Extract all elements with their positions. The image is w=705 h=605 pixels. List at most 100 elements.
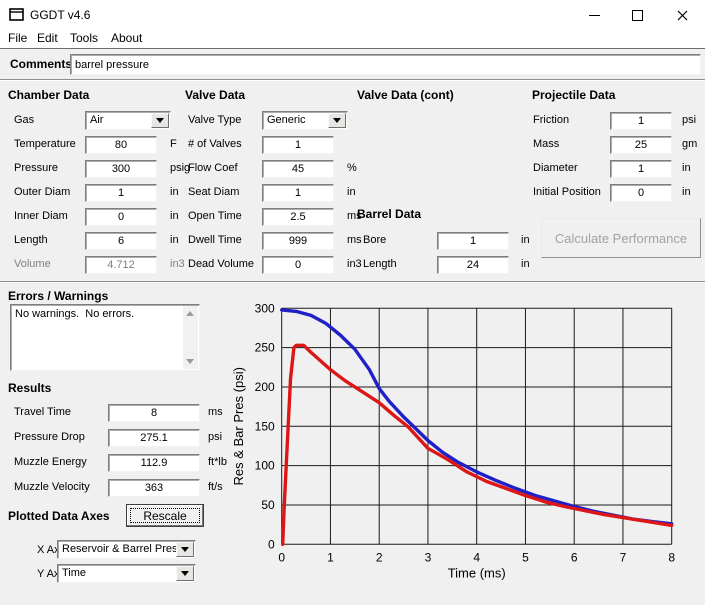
chevron-down-icon[interactable] <box>151 113 169 128</box>
projectile-header: Projectile Data <box>532 88 615 102</box>
outer-diam-unit: in <box>170 186 179 198</box>
svg-text:7: 7 <box>620 550 627 564</box>
comments-input[interactable] <box>70 54 701 75</box>
valve-type-select[interactable]: Generic <box>262 111 348 130</box>
friction-label: Friction <box>533 114 569 126</box>
gas-select[interactable]: Air <box>85 111 171 130</box>
barrel-header: Barrel Data <box>357 207 421 221</box>
svg-text:200: 200 <box>255 380 275 394</box>
app-icon <box>9 8 25 22</box>
dead-volume-input[interactable] <box>262 256 334 274</box>
seat-diam-label: Seat Diam <box>188 186 239 198</box>
svg-text:Time (ms): Time (ms) <box>448 565 506 580</box>
scroll-down-icon[interactable] <box>186 359 194 364</box>
muzzle-velocity-unit: ft/s <box>208 481 223 493</box>
pressure-time-chart: 050100150200250300012345678Time (ms)Res … <box>230 285 705 605</box>
x-axis-select[interactable]: Reservoir & Barrel Pressur <box>57 540 196 559</box>
menu-file[interactable]: File <box>8 31 27 45</box>
menu-edit[interactable]: Edit <box>37 31 58 45</box>
chamber-length-input[interactable] <box>85 232 157 250</box>
svg-text:50: 50 <box>261 498 275 512</box>
menu-bar: File Edit Tools About <box>0 30 705 49</box>
dead-volume-label: Dead Volume <box>188 258 254 270</box>
flow-coef-unit: % <box>347 162 357 174</box>
scrollbar[interactable] <box>183 306 198 369</box>
errors-text: No warnings. No errors. <box>15 308 181 320</box>
bore-unit: in <box>521 234 530 246</box>
open-time-input[interactable] <box>262 208 334 226</box>
gas-label: Gas <box>14 114 34 126</box>
bore-label: Bore <box>363 234 386 246</box>
errors-textarea[interactable]: No warnings. No errors. <box>10 304 200 371</box>
volume-unit: in3 <box>170 258 185 270</box>
barrel-length-input[interactable] <box>437 256 509 274</box>
results-header: Results <box>8 381 51 395</box>
bore-input[interactable] <box>437 232 509 250</box>
outer-diam-label: Outer Diam <box>14 186 70 198</box>
outer-diam-input[interactable] <box>85 184 157 202</box>
chamber-length-label: Length <box>14 234 48 246</box>
travel-time-value <box>108 404 200 422</box>
errors-header: Errors / Warnings <box>8 289 108 303</box>
scroll-up-icon[interactable] <box>186 311 194 316</box>
close-icon <box>677 10 688 21</box>
menu-tools[interactable]: Tools <box>70 31 98 45</box>
gas-value: Air <box>90 114 151 126</box>
valve-cont-header: Valve Data (cont) <box>357 88 454 102</box>
seat-diam-input[interactable] <box>262 184 334 202</box>
y-axis-select[interactable]: Time <box>57 564 196 583</box>
friction-input[interactable] <box>610 112 672 130</box>
friction-unit: psi <box>682 114 696 126</box>
inner-diam-unit: in <box>170 210 179 222</box>
dwell-time-input[interactable] <box>262 232 334 250</box>
valve-type-label: Valve Type <box>188 114 241 126</box>
muzzle-energy-unit: ft*lb <box>208 456 227 468</box>
chevron-down-icon[interactable] <box>176 566 194 581</box>
menu-about[interactable]: About <box>111 31 142 45</box>
pressure-drop-unit: psi <box>208 431 222 443</box>
initial-position-input[interactable] <box>610 184 672 202</box>
temperature-unit: F <box>170 138 177 150</box>
chevron-down-icon[interactable] <box>328 113 346 128</box>
barrel-length-unit: in <box>521 258 530 270</box>
calculate-performance-button[interactable]: Calculate Performance <box>541 218 701 258</box>
temperature-input[interactable] <box>85 136 157 154</box>
muzzle-energy-label: Muzzle Energy <box>14 456 87 468</box>
svg-text:100: 100 <box>255 459 275 473</box>
pressure-drop-value <box>108 429 200 447</box>
svg-text:250: 250 <box>255 341 275 355</box>
y-axis-value: Time <box>62 567 176 579</box>
svg-text:2: 2 <box>376 550 383 564</box>
mass-input[interactable] <box>610 136 672 154</box>
svg-text:3: 3 <box>425 550 432 564</box>
svg-text:6: 6 <box>571 550 578 564</box>
inner-diam-input[interactable] <box>85 208 157 226</box>
flow-coef-input[interactable] <box>262 160 334 178</box>
chamber-length-unit: in <box>170 234 179 246</box>
diameter-unit: in <box>682 162 691 174</box>
svg-text:4: 4 <box>473 550 480 564</box>
chevron-down-icon[interactable] <box>176 542 194 557</box>
svg-text:Res & Bar Pres (psi): Res & Bar Pres (psi) <box>231 367 246 485</box>
maximize-button[interactable] <box>615 0 660 30</box>
diameter-input[interactable] <box>610 160 672 178</box>
window-title: GGDT v4.6 <box>30 8 90 22</box>
plotted-axes-header: Plotted Data Axes <box>8 509 110 523</box>
valve-header: Valve Data <box>185 88 245 102</box>
flow-coef-label: Flow Coef <box>188 162 238 174</box>
pressure-label: Pressure <box>14 162 58 174</box>
minimize-button[interactable] <box>572 0 617 30</box>
svg-text:150: 150 <box>255 419 275 433</box>
chart-tick-labels: 050100150200250300012345678 <box>255 301 676 564</box>
pressure-input[interactable] <box>85 160 157 178</box>
rescale-button[interactable]: Rescale <box>126 504 204 527</box>
num-valves-input[interactable] <box>262 136 334 154</box>
separator <box>0 79 705 81</box>
app-window: GGDT v4.6 File Edit Tools About Comments… <box>0 0 705 605</box>
comments-label: Comments <box>10 57 72 71</box>
valve-type-value: Generic <box>267 114 328 126</box>
series-barrel-pressure <box>283 345 672 544</box>
dwell-time-unit: ms <box>347 234 362 246</box>
muzzle-velocity-label: Muzzle Velocity <box>14 481 90 493</box>
close-button[interactable] <box>660 0 705 30</box>
